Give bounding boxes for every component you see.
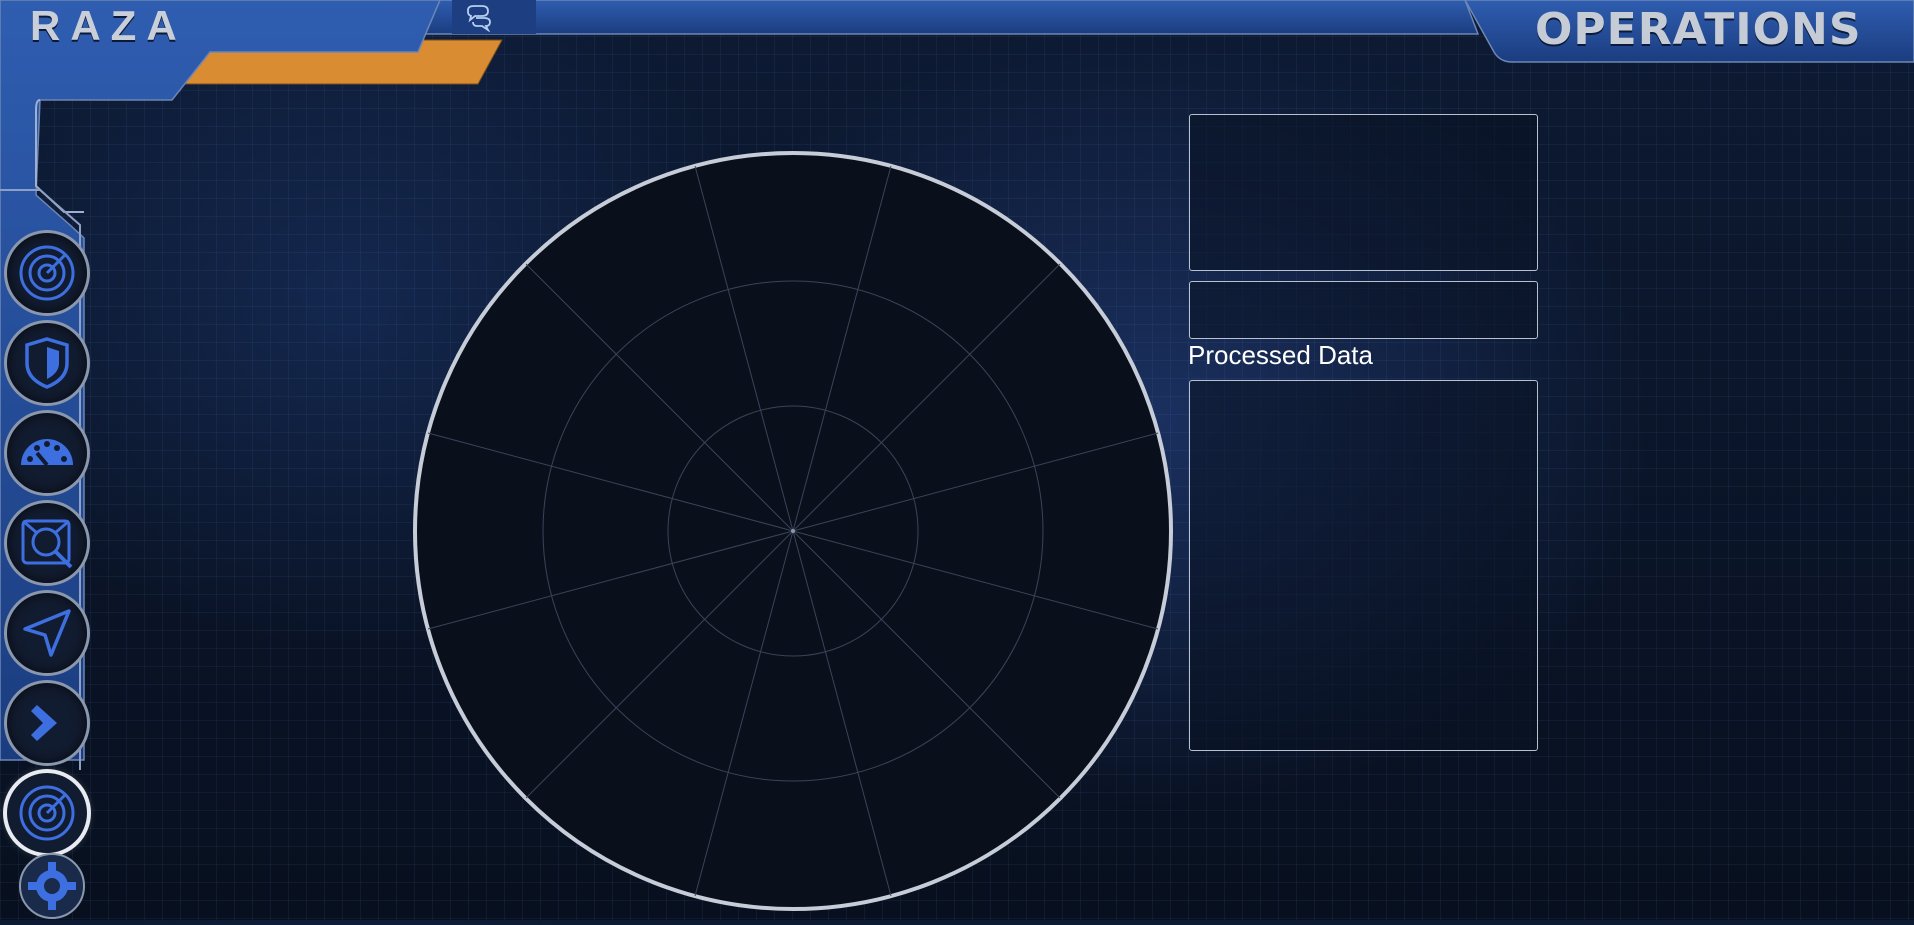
brand-logo: RAZA [30,2,187,49]
processed-data-panel [1189,380,1538,751]
sidebar-item-radar[interactable] [7,233,87,313]
info-panel-status [1189,281,1538,339]
navigation-arrow-icon [23,609,71,657]
sidebar-item-shield[interactable] [7,323,87,403]
sidebar-item-dashboard[interactable] [7,413,87,493]
chat-bubbles-icon [467,5,491,33]
info-panel-top [1189,114,1538,271]
sidebar-item-navigate[interactable] [7,593,87,673]
chat-button[interactable] [462,4,494,33]
sidebar-item-settings[interactable] [18,852,86,920]
shield-icon [25,337,69,389]
radar-display[interactable] [412,150,1174,912]
sidebar-item-operations[interactable] [7,773,87,853]
sidebar-item-forward[interactable] [7,683,87,763]
page-title: OPERATIONS [1535,4,1862,55]
radar-icon [19,785,75,841]
radar-search-icon [21,519,73,569]
gear-icon [19,853,85,919]
radar-icon [19,245,75,301]
sidebar-item-inspect[interactable] [7,503,87,583]
chevron-right-icon [31,705,57,741]
speedometer-icon [21,439,73,467]
processed-data-label: Processed Data [1188,340,1373,370]
